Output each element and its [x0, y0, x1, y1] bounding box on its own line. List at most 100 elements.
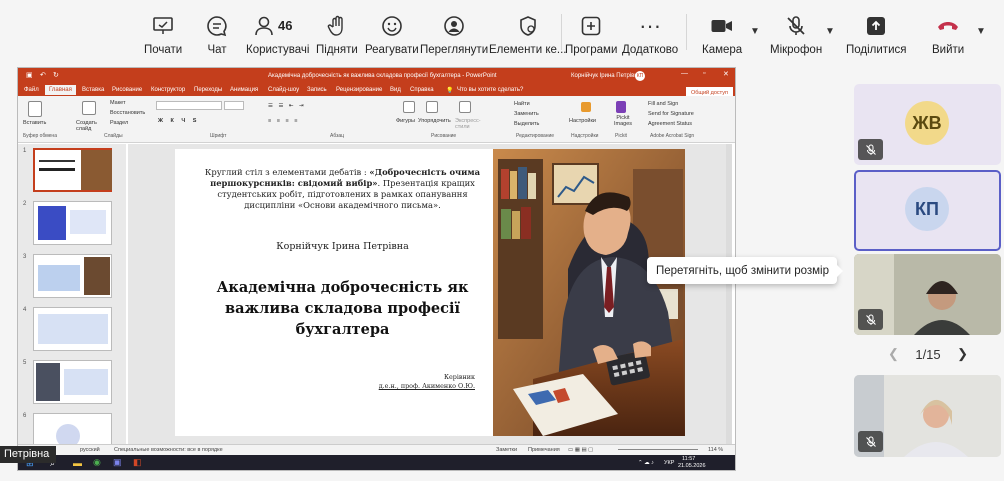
keyboard-language[interactable]: УКР: [664, 460, 674, 466]
next-page-chevron-icon[interactable]: ❯: [957, 346, 968, 362]
chrome-icon[interactable]: ◉: [93, 457, 101, 468]
teams-icon[interactable]: ▣: [113, 457, 122, 468]
close-icon[interactable]: ✕: [723, 70, 729, 78]
zoom-slider[interactable]: [618, 449, 698, 450]
participant-tile-video-2[interactable]: [854, 375, 1001, 457]
send-signature-button[interactable]: Send for Signature: [648, 111, 694, 117]
tab-record[interactable]: Запись: [307, 87, 327, 93]
powerpoint-icon[interactable]: ◧: [133, 457, 142, 468]
pickit-images-label[interactable]: Pickit Images: [612, 115, 634, 127]
minimize-icon[interactable]: —: [681, 70, 688, 77]
current-slide[interactable]: Круглий стіл з елементами дебатів : «Доб…: [175, 149, 685, 436]
apps-button[interactable]: Програми: [565, 14, 617, 56]
react-button[interactable]: Реагувати: [365, 14, 419, 56]
tab-design[interactable]: Конструктор: [151, 87, 185, 93]
camera-options-chevron-icon[interactable]: ▼: [750, 26, 760, 37]
shapes-label[interactable]: Фигуры: [396, 118, 415, 124]
new-slide-label[interactable]: Создать слайд: [76, 120, 104, 132]
maximize-icon[interactable]: ▫: [703, 70, 705, 77]
apps-label: Програми: [565, 44, 618, 56]
find-button[interactable]: Найти: [514, 101, 530, 107]
tab-view[interactable]: Вид: [390, 87, 401, 93]
section-button[interactable]: Раздел: [110, 120, 128, 126]
tab-draw[interactable]: Рисование: [112, 87, 142, 93]
new-slide-icon[interactable]: [82, 101, 96, 115]
arrange-label[interactable]: Упорядочить: [418, 118, 451, 124]
tab-slideshow[interactable]: Слайд-шоу: [268, 87, 299, 93]
paste-icon[interactable]: [28, 101, 42, 117]
align-buttons[interactable]: ≡ ≡ ≡ ≡: [268, 118, 299, 124]
view-buttons[interactable]: ▭ ▦ ▤ ▢: [568, 447, 593, 453]
undo-icon[interactable]: ↶: [40, 71, 46, 79]
accessibility-status[interactable]: Специальные возможности: все в порядке: [114, 447, 223, 453]
tab-transitions[interactable]: Переходы: [194, 87, 222, 93]
save-icon[interactable]: ▣: [26, 71, 33, 79]
tab-insert[interactable]: Вставка: [82, 87, 104, 93]
font-size-dropdown[interactable]: [224, 101, 244, 110]
view-button[interactable]: Переглянути: [420, 14, 488, 56]
leave-button[interactable]: Вийти: [932, 14, 964, 56]
chat-button[interactable]: Чат: [205, 14, 229, 56]
participant-tile-video-1[interactable]: [854, 254, 1001, 335]
tab-home[interactable]: Главная: [45, 85, 76, 95]
camera-button[interactable]: Камера: [702, 14, 742, 56]
participant-tile-zhv[interactable]: ЖВ: [854, 84, 1001, 165]
slide-thumbnail-2[interactable]: [33, 201, 112, 245]
tell-me-search[interactable]: Что вы хотите сделать?: [457, 87, 523, 93]
zoom-level[interactable]: 114 %: [708, 447, 723, 453]
layout-button[interactable]: Макет: [110, 100, 126, 106]
language-status[interactable]: русский: [80, 447, 100, 453]
quick-styles-icon[interactable]: [459, 101, 471, 113]
notes-button[interactable]: Заметки: [496, 447, 517, 453]
tab-help[interactable]: Справка: [410, 87, 434, 93]
slide-thumbnail-4[interactable]: [33, 307, 112, 351]
vertical-scrollbar[interactable]: [726, 144, 732, 456]
tab-file[interactable]: Файл: [24, 87, 39, 93]
chat-icon: [205, 14, 229, 38]
arrange-icon[interactable]: [426, 101, 438, 113]
user-avatar[interactable]: КП: [635, 71, 645, 81]
quick-styles-label[interactable]: Экспресс-стили: [455, 118, 481, 130]
replace-button[interactable]: Заменить: [514, 111, 539, 117]
more-button[interactable]: ··· Додатково: [622, 13, 678, 56]
list-buttons[interactable]: ☰ ☰ ⇤ ⇥: [268, 103, 306, 109]
mic-button[interactable]: Мікрофон: [770, 14, 822, 56]
fill-sign-button[interactable]: Fill and Sign: [648, 101, 678, 107]
supervisor-label: Керівник: [444, 373, 475, 381]
pickit-icon[interactable]: [616, 101, 626, 113]
paste-label[interactable]: Вставить: [23, 120, 46, 126]
slide-thumbnail-3[interactable]: [33, 254, 112, 298]
slide-thumbnail-5[interactable]: [33, 360, 112, 404]
redo-icon[interactable]: ↻: [53, 71, 59, 79]
elements-button[interactable]: Елементи ке...: [489, 14, 566, 56]
font-name-dropdown[interactable]: [156, 101, 222, 110]
tab-animations[interactable]: Анимация: [230, 87, 258, 93]
share-button[interactable]: Поділитися: [846, 14, 906, 56]
font-format-buttons[interactable]: Ж К Ч S: [158, 118, 199, 124]
comments-button[interactable]: Примечания: [528, 447, 560, 453]
tab-review[interactable]: Рецензирование: [336, 87, 382, 93]
shield-gear-icon: [516, 14, 540, 38]
raise-hand-button[interactable]: Підняти: [316, 14, 358, 56]
clock-date[interactable]: 21.05.2026: [678, 463, 706, 469]
settings-addin-icon[interactable]: [581, 102, 591, 112]
thumb-number: 1: [23, 148, 27, 154]
meeting-toolbar: Почати Чат Користувачі 46 Підняти Реагув…: [0, 0, 1004, 62]
shared-screen: ▣ ↶ ↻ Академічна доброчесність як важлив…: [17, 67, 736, 471]
toolbar-divider: [561, 14, 562, 50]
prev-page-chevron-icon[interactable]: ❮: [888, 346, 899, 362]
reset-button[interactable]: Восстановить: [110, 110, 145, 116]
select-button[interactable]: Выделить: [514, 121, 539, 127]
participant-tile-kp[interactable]: КП: [854, 170, 1001, 251]
leave-options-chevron-icon[interactable]: ▼: [976, 26, 986, 37]
mic-options-chevron-icon[interactable]: ▼: [825, 26, 835, 37]
clock-time[interactable]: 11:57: [682, 456, 695, 462]
start-button[interactable]: Почати: [144, 14, 182, 56]
slide-thumbnail-1[interactable]: [33, 148, 112, 192]
explorer-icon[interactable]: ▬: [73, 458, 82, 468]
agreement-status-button[interactable]: Agreement Status: [648, 121, 692, 127]
settings-label[interactable]: Настройки: [569, 118, 596, 124]
system-tray-icons[interactable]: ⌃ ☁ ♪: [638, 460, 654, 466]
avatar: ЖВ: [905, 101, 949, 145]
shapes-icon[interactable]: [403, 101, 415, 113]
